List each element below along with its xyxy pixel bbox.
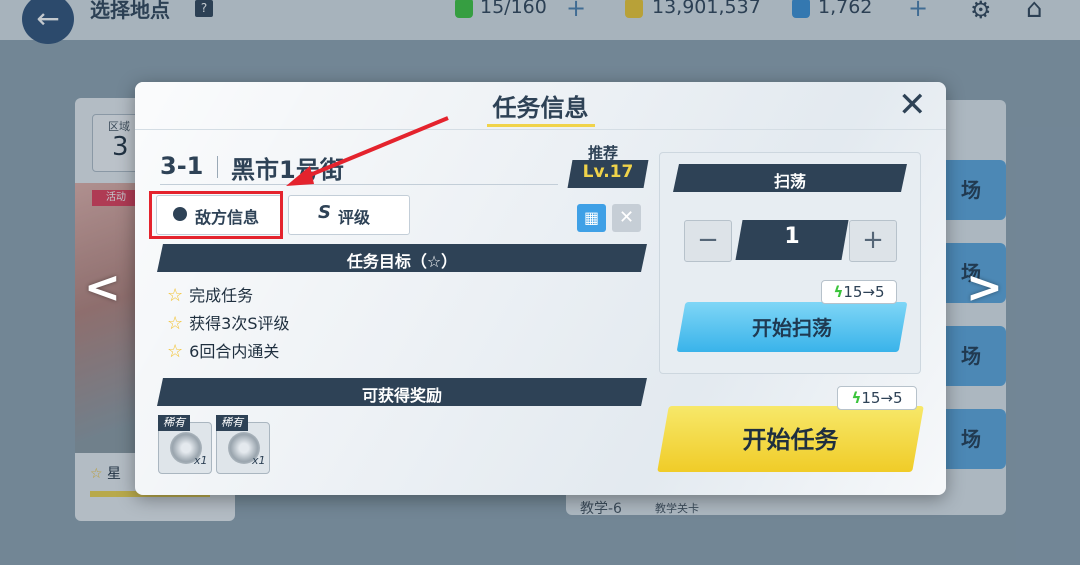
annotation-arrow bbox=[286, 116, 449, 186]
